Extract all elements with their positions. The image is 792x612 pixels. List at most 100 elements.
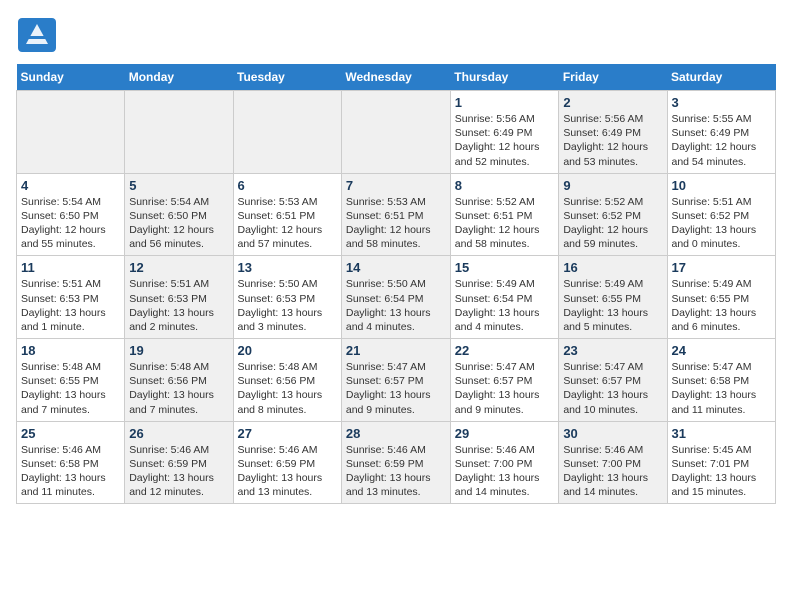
day-number: 13: [238, 260, 337, 275]
day-number: 19: [129, 343, 228, 358]
day-info: Sunrise: 5:55 AM Sunset: 6:49 PM Dayligh…: [672, 112, 772, 169]
calendar-cell: 24Sunrise: 5:47 AM Sunset: 6:58 PM Dayli…: [667, 339, 776, 422]
day-number: 1: [455, 95, 555, 110]
calendar-cell: 26 Sunrise: 5:46 AM Sunset: 6:59 PM Dayli…: [125, 421, 233, 504]
calendar-cell: 2Sunrise: 5:56 AM Sunset: 6:49 PM Daylig…: [559, 91, 667, 174]
day-info: Sunrise: 5:51 AM Sunset: 6:52 PM Dayligh…: [672, 195, 772, 252]
weekday-header-monday: Monday: [125, 64, 233, 91]
weekday-header-row: SundayMondayTuesdayWednesdayThursdayFrid…: [17, 64, 776, 91]
day-number: 5: [129, 178, 228, 193]
logo: [16, 16, 62, 54]
calendar-week-row: 4 Sunrise: 5:54 AM Sunset: 6:50 PM Daylig…: [17, 173, 776, 256]
day-number: 17: [672, 260, 772, 275]
calendar-cell: 23 Sunrise: 5:47 AM Sunset: 6:57 PM Dayli…: [559, 339, 667, 422]
calendar-cell: 15Sunrise: 5:49 AM Sunset: 6:54 PM Dayli…: [450, 256, 559, 339]
calendar-cell: 13 Sunrise: 5:50 AM Sunset: 6:53 PM Dayli…: [233, 256, 341, 339]
calendar-cell: 9 Sunrise: 5:52 AM Sunset: 6:52 PM Daylig…: [559, 173, 667, 256]
weekday-header-tuesday: Tuesday: [233, 64, 341, 91]
day-number: 4: [21, 178, 120, 193]
calendar-cell: 6 Sunrise: 5:53 AM Sunset: 6:51 PM Daylig…: [233, 173, 341, 256]
day-info: Sunrise: 5:46 AM Sunset: 6:59 PM Dayligh…: [238, 443, 337, 500]
day-info: Sunrise: 5:47 AM Sunset: 6:57 PM Dayligh…: [346, 360, 446, 417]
weekday-header-wednesday: Wednesday: [341, 64, 450, 91]
calendar-cell: [125, 91, 233, 174]
day-number: 26: [129, 426, 228, 441]
weekday-header-friday: Friday: [559, 64, 667, 91]
logo-icon: [16, 16, 58, 54]
day-number: 22: [455, 343, 555, 358]
day-info: Sunrise: 5:46 AM Sunset: 7:00 PM Dayligh…: [455, 443, 555, 500]
calendar-cell: 10 Sunrise: 5:51 AM Sunset: 6:52 PM Dayli…: [667, 173, 776, 256]
day-number: 25: [21, 426, 120, 441]
day-info: Sunrise: 5:54 AM Sunset: 6:50 PM Dayligh…: [129, 195, 228, 252]
calendar-cell: 16Sunrise: 5:49 AM Sunset: 6:55 PM Dayli…: [559, 256, 667, 339]
calendar-cell: 5 Sunrise: 5:54 AM Sunset: 6:50 PM Daylig…: [125, 173, 233, 256]
day-info: Sunrise: 5:46 AM Sunset: 6:59 PM Dayligh…: [346, 443, 446, 500]
page-header: [16, 16, 776, 54]
day-info: Sunrise: 5:48 AM Sunset: 6:56 PM Dayligh…: [129, 360, 228, 417]
day-info: Sunrise: 5:47 AM Sunset: 6:57 PM Dayligh…: [455, 360, 555, 417]
calendar-cell: 12 Sunrise: 5:51 AM Sunset: 6:53 PM Dayli…: [125, 256, 233, 339]
calendar-cell: 18 Sunrise: 5:48 AM Sunset: 6:55 PM Dayli…: [17, 339, 125, 422]
day-info: Sunrise: 5:50 AM Sunset: 6:53 PM Dayligh…: [238, 277, 337, 334]
day-number: 7: [346, 178, 446, 193]
calendar-cell: [341, 91, 450, 174]
day-number: 30: [563, 426, 662, 441]
day-info: Sunrise: 5:46 AM Sunset: 6:59 PM Dayligh…: [129, 443, 228, 500]
day-info: Sunrise: 5:49 AM Sunset: 6:55 PM Dayligh…: [672, 277, 772, 334]
weekday-header-thursday: Thursday: [450, 64, 559, 91]
calendar-cell: 28 Sunrise: 5:46 AM Sunset: 6:59 PM Dayli…: [341, 421, 450, 504]
day-number: 8: [455, 178, 555, 193]
calendar-cell: 7 Sunrise: 5:53 AM Sunset: 6:51 PM Daylig…: [341, 173, 450, 256]
day-info: Sunrise: 5:45 AM Sunset: 7:01 PM Dayligh…: [672, 443, 772, 500]
day-info: Sunrise: 5:51 AM Sunset: 6:53 PM Dayligh…: [21, 277, 120, 334]
calendar-cell: 20 Sunrise: 5:48 AM Sunset: 6:56 PM Dayli…: [233, 339, 341, 422]
day-info: Sunrise: 5:48 AM Sunset: 6:55 PM Dayligh…: [21, 360, 120, 417]
calendar-week-row: 1Sunrise: 5:56 AM Sunset: 6:49 PM Daylig…: [17, 91, 776, 174]
calendar-cell: 8 Sunrise: 5:52 AM Sunset: 6:51 PM Daylig…: [450, 173, 559, 256]
calendar-cell: [233, 91, 341, 174]
calendar-cell: 3 Sunrise: 5:55 AM Sunset: 6:49 PM Daylig…: [667, 91, 776, 174]
calendar-cell: 25 Sunrise: 5:46 AM Sunset: 6:58 PM Dayli…: [17, 421, 125, 504]
calendar-cell: 21 Sunrise: 5:47 AM Sunset: 6:57 PM Dayli…: [341, 339, 450, 422]
calendar-cell: 14 Sunrise: 5:50 AM Sunset: 6:54 PM Dayli…: [341, 256, 450, 339]
day-number: 14: [346, 260, 446, 275]
day-number: 29: [455, 426, 555, 441]
calendar-cell: 29 Sunrise: 5:46 AM Sunset: 7:00 PM Dayli…: [450, 421, 559, 504]
day-info: Sunrise: 5:53 AM Sunset: 6:51 PM Dayligh…: [346, 195, 446, 252]
day-number: 31: [672, 426, 772, 441]
day-info: Sunrise: 5:50 AM Sunset: 6:54 PM Dayligh…: [346, 277, 446, 334]
weekday-header-sunday: Sunday: [17, 64, 125, 91]
day-info: Sunrise: 5:51 AM Sunset: 6:53 PM Dayligh…: [129, 277, 228, 334]
calendar-table: SundayMondayTuesdayWednesdayThursdayFrid…: [16, 64, 776, 504]
calendar-cell: 27 Sunrise: 5:46 AM Sunset: 6:59 PM Dayli…: [233, 421, 341, 504]
day-info: Sunrise: 5:52 AM Sunset: 6:52 PM Dayligh…: [563, 195, 662, 252]
calendar-cell: 11 Sunrise: 5:51 AM Sunset: 6:53 PM Dayli…: [17, 256, 125, 339]
calendar-cell: 22 Sunrise: 5:47 AM Sunset: 6:57 PM Dayli…: [450, 339, 559, 422]
day-number: 3: [672, 95, 772, 110]
calendar-cell: [17, 91, 125, 174]
day-number: 28: [346, 426, 446, 441]
day-number: 21: [346, 343, 446, 358]
calendar-cell: 31 Sunrise: 5:45 AM Sunset: 7:01 PM Dayli…: [667, 421, 776, 504]
day-number: 27: [238, 426, 337, 441]
calendar-cell: 30Sunrise: 5:46 AM Sunset: 7:00 PM Dayli…: [559, 421, 667, 504]
day-number: 12: [129, 260, 228, 275]
day-info: Sunrise: 5:53 AM Sunset: 6:51 PM Dayligh…: [238, 195, 337, 252]
day-number: 16: [563, 260, 662, 275]
day-info: Sunrise: 5:48 AM Sunset: 6:56 PM Dayligh…: [238, 360, 337, 417]
day-number: 23: [563, 343, 662, 358]
day-number: 15: [455, 260, 555, 275]
day-info: Sunrise: 5:47 AM Sunset: 6:57 PM Dayligh…: [563, 360, 662, 417]
day-number: 10: [672, 178, 772, 193]
calendar-week-row: 25 Sunrise: 5:46 AM Sunset: 6:58 PM Dayli…: [17, 421, 776, 504]
day-number: 11: [21, 260, 120, 275]
day-number: 18: [21, 343, 120, 358]
day-number: 20: [238, 343, 337, 358]
calendar-week-row: 11 Sunrise: 5:51 AM Sunset: 6:53 PM Dayli…: [17, 256, 776, 339]
day-number: 6: [238, 178, 337, 193]
day-info: Sunrise: 5:52 AM Sunset: 6:51 PM Dayligh…: [455, 195, 555, 252]
day-info: Sunrise: 5:46 AM Sunset: 6:58 PM Dayligh…: [21, 443, 120, 500]
calendar-cell: 4Sunrise: 5:54 AM Sunset: 6:50 PM Daylig…: [17, 173, 125, 256]
day-number: 9: [563, 178, 662, 193]
